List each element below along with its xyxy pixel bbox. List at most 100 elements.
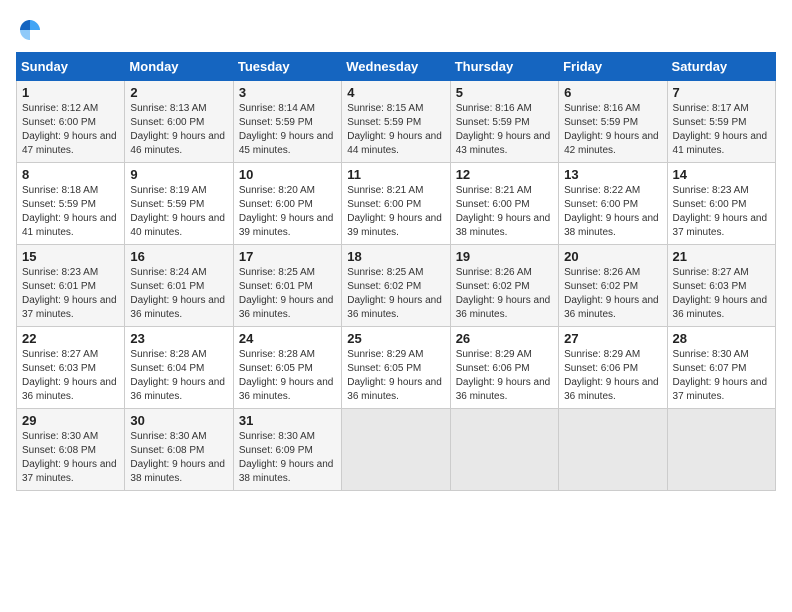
calendar-cell: 29 Sunrise: 8:30 AMSunset: 6:08 PMDaylig…	[17, 409, 125, 491]
calendar-week-row: 8 Sunrise: 8:18 AMSunset: 5:59 PMDayligh…	[17, 163, 776, 245]
day-info: Sunrise: 8:29 AMSunset: 6:06 PMDaylight:…	[564, 349, 659, 402]
calendar-cell: 27 Sunrise: 8:29 AMSunset: 6:06 PMDaylig…	[559, 327, 667, 409]
calendar-week-row: 15 Sunrise: 8:23 AMSunset: 6:01 PMDaylig…	[17, 245, 776, 327]
day-number: 17	[239, 249, 336, 264]
calendar-cell: 30 Sunrise: 8:30 AMSunset: 6:08 PMDaylig…	[125, 409, 233, 491]
day-info: Sunrise: 8:23 AMSunset: 6:00 PMDaylight:…	[673, 185, 768, 238]
day-number: 21	[673, 249, 770, 264]
day-info: Sunrise: 8:27 AMSunset: 6:03 PMDaylight:…	[673, 267, 768, 320]
day-info: Sunrise: 8:21 AMSunset: 6:00 PMDaylight:…	[347, 185, 442, 238]
day-info: Sunrise: 8:16 AMSunset: 5:59 PMDaylight:…	[564, 103, 659, 156]
calendar-cell: 16 Sunrise: 8:24 AMSunset: 6:01 PMDaylig…	[125, 245, 233, 327]
day-number: 18	[347, 249, 444, 264]
day-number: 24	[239, 331, 336, 346]
calendar-cell: 7 Sunrise: 8:17 AMSunset: 5:59 PMDayligh…	[667, 81, 775, 163]
day-info: Sunrise: 8:15 AMSunset: 5:59 PMDaylight:…	[347, 103, 442, 156]
calendar-cell: 19 Sunrise: 8:26 AMSunset: 6:02 PMDaylig…	[450, 245, 558, 327]
day-info: Sunrise: 8:28 AMSunset: 6:04 PMDaylight:…	[130, 349, 225, 402]
calendar-cell: 22 Sunrise: 8:27 AMSunset: 6:03 PMDaylig…	[17, 327, 125, 409]
day-number: 15	[22, 249, 119, 264]
calendar-cell: 14 Sunrise: 8:23 AMSunset: 6:00 PMDaylig…	[667, 163, 775, 245]
calendar-week-row: 29 Sunrise: 8:30 AMSunset: 6:08 PMDaylig…	[17, 409, 776, 491]
calendar-cell: 24 Sunrise: 8:28 AMSunset: 6:05 PMDaylig…	[233, 327, 341, 409]
calendar-cell: 21 Sunrise: 8:27 AMSunset: 6:03 PMDaylig…	[667, 245, 775, 327]
calendar-cell	[342, 409, 450, 491]
weekday-header-row: SundayMondayTuesdayWednesdayThursdayFrid…	[17, 53, 776, 81]
day-number: 5	[456, 85, 553, 100]
day-info: Sunrise: 8:17 AMSunset: 5:59 PMDaylight:…	[673, 103, 768, 156]
weekday-header-saturday: Saturday	[667, 53, 775, 81]
day-info: Sunrise: 8:30 AMSunset: 6:07 PMDaylight:…	[673, 349, 768, 402]
day-info: Sunrise: 8:20 AMSunset: 6:00 PMDaylight:…	[239, 185, 334, 238]
day-info: Sunrise: 8:12 AMSunset: 6:00 PMDaylight:…	[22, 103, 117, 156]
calendar-cell: 9 Sunrise: 8:19 AMSunset: 5:59 PMDayligh…	[125, 163, 233, 245]
day-number: 23	[130, 331, 227, 346]
day-number: 30	[130, 413, 227, 428]
calendar-cell: 25 Sunrise: 8:29 AMSunset: 6:05 PMDaylig…	[342, 327, 450, 409]
day-number: 20	[564, 249, 661, 264]
calendar-table: SundayMondayTuesdayWednesdayThursdayFrid…	[16, 52, 776, 491]
day-info: Sunrise: 8:22 AMSunset: 6:00 PMDaylight:…	[564, 185, 659, 238]
logo-icon	[16, 16, 44, 44]
calendar-cell: 10 Sunrise: 8:20 AMSunset: 6:00 PMDaylig…	[233, 163, 341, 245]
calendar-cell: 26 Sunrise: 8:29 AMSunset: 6:06 PMDaylig…	[450, 327, 558, 409]
day-number: 31	[239, 413, 336, 428]
calendar-cell: 31 Sunrise: 8:30 AMSunset: 6:09 PMDaylig…	[233, 409, 341, 491]
calendar-week-row: 1 Sunrise: 8:12 AMSunset: 6:00 PMDayligh…	[17, 81, 776, 163]
day-info: Sunrise: 8:14 AMSunset: 5:59 PMDaylight:…	[239, 103, 334, 156]
calendar-cell: 4 Sunrise: 8:15 AMSunset: 5:59 PMDayligh…	[342, 81, 450, 163]
header	[16, 16, 776, 44]
calendar-cell: 13 Sunrise: 8:22 AMSunset: 6:00 PMDaylig…	[559, 163, 667, 245]
calendar-cell: 1 Sunrise: 8:12 AMSunset: 6:00 PMDayligh…	[17, 81, 125, 163]
weekday-header-wednesday: Wednesday	[342, 53, 450, 81]
calendar-cell: 18 Sunrise: 8:25 AMSunset: 6:02 PMDaylig…	[342, 245, 450, 327]
day-info: Sunrise: 8:30 AMSunset: 6:08 PMDaylight:…	[130, 431, 225, 484]
day-info: Sunrise: 8:25 AMSunset: 6:01 PMDaylight:…	[239, 267, 334, 320]
day-number: 11	[347, 167, 444, 182]
day-info: Sunrise: 8:30 AMSunset: 6:08 PMDaylight:…	[22, 431, 117, 484]
day-number: 29	[22, 413, 119, 428]
day-number: 7	[673, 85, 770, 100]
day-info: Sunrise: 8:27 AMSunset: 6:03 PMDaylight:…	[22, 349, 117, 402]
day-info: Sunrise: 8:24 AMSunset: 6:01 PMDaylight:…	[130, 267, 225, 320]
day-number: 25	[347, 331, 444, 346]
day-number: 13	[564, 167, 661, 182]
weekday-header-thursday: Thursday	[450, 53, 558, 81]
day-number: 4	[347, 85, 444, 100]
day-info: Sunrise: 8:19 AMSunset: 5:59 PMDaylight:…	[130, 185, 225, 238]
calendar-cell	[559, 409, 667, 491]
day-number: 19	[456, 249, 553, 264]
calendar-cell: 3 Sunrise: 8:14 AMSunset: 5:59 PMDayligh…	[233, 81, 341, 163]
day-number: 8	[22, 167, 119, 182]
calendar-cell	[667, 409, 775, 491]
day-number: 6	[564, 85, 661, 100]
day-number: 27	[564, 331, 661, 346]
day-info: Sunrise: 8:18 AMSunset: 5:59 PMDaylight:…	[22, 185, 117, 238]
day-info: Sunrise: 8:29 AMSunset: 6:06 PMDaylight:…	[456, 349, 551, 402]
day-info: Sunrise: 8:30 AMSunset: 6:09 PMDaylight:…	[239, 431, 334, 484]
day-info: Sunrise: 8:29 AMSunset: 6:05 PMDaylight:…	[347, 349, 442, 402]
day-info: Sunrise: 8:26 AMSunset: 6:02 PMDaylight:…	[564, 267, 659, 320]
weekday-header-friday: Friday	[559, 53, 667, 81]
day-number: 22	[22, 331, 119, 346]
day-number: 16	[130, 249, 227, 264]
calendar-cell: 11 Sunrise: 8:21 AMSunset: 6:00 PMDaylig…	[342, 163, 450, 245]
calendar-cell	[450, 409, 558, 491]
calendar-cell: 15 Sunrise: 8:23 AMSunset: 6:01 PMDaylig…	[17, 245, 125, 327]
weekday-header-tuesday: Tuesday	[233, 53, 341, 81]
calendar-cell: 5 Sunrise: 8:16 AMSunset: 5:59 PMDayligh…	[450, 81, 558, 163]
calendar-cell: 8 Sunrise: 8:18 AMSunset: 5:59 PMDayligh…	[17, 163, 125, 245]
day-number: 26	[456, 331, 553, 346]
day-info: Sunrise: 8:28 AMSunset: 6:05 PMDaylight:…	[239, 349, 334, 402]
day-info: Sunrise: 8:16 AMSunset: 5:59 PMDaylight:…	[456, 103, 551, 156]
day-number: 12	[456, 167, 553, 182]
day-number: 1	[22, 85, 119, 100]
logo	[16, 16, 48, 44]
calendar-week-row: 22 Sunrise: 8:27 AMSunset: 6:03 PMDaylig…	[17, 327, 776, 409]
day-info: Sunrise: 8:26 AMSunset: 6:02 PMDaylight:…	[456, 267, 551, 320]
weekday-header-monday: Monday	[125, 53, 233, 81]
day-info: Sunrise: 8:25 AMSunset: 6:02 PMDaylight:…	[347, 267, 442, 320]
day-number: 28	[673, 331, 770, 346]
day-number: 3	[239, 85, 336, 100]
calendar-cell: 2 Sunrise: 8:13 AMSunset: 6:00 PMDayligh…	[125, 81, 233, 163]
